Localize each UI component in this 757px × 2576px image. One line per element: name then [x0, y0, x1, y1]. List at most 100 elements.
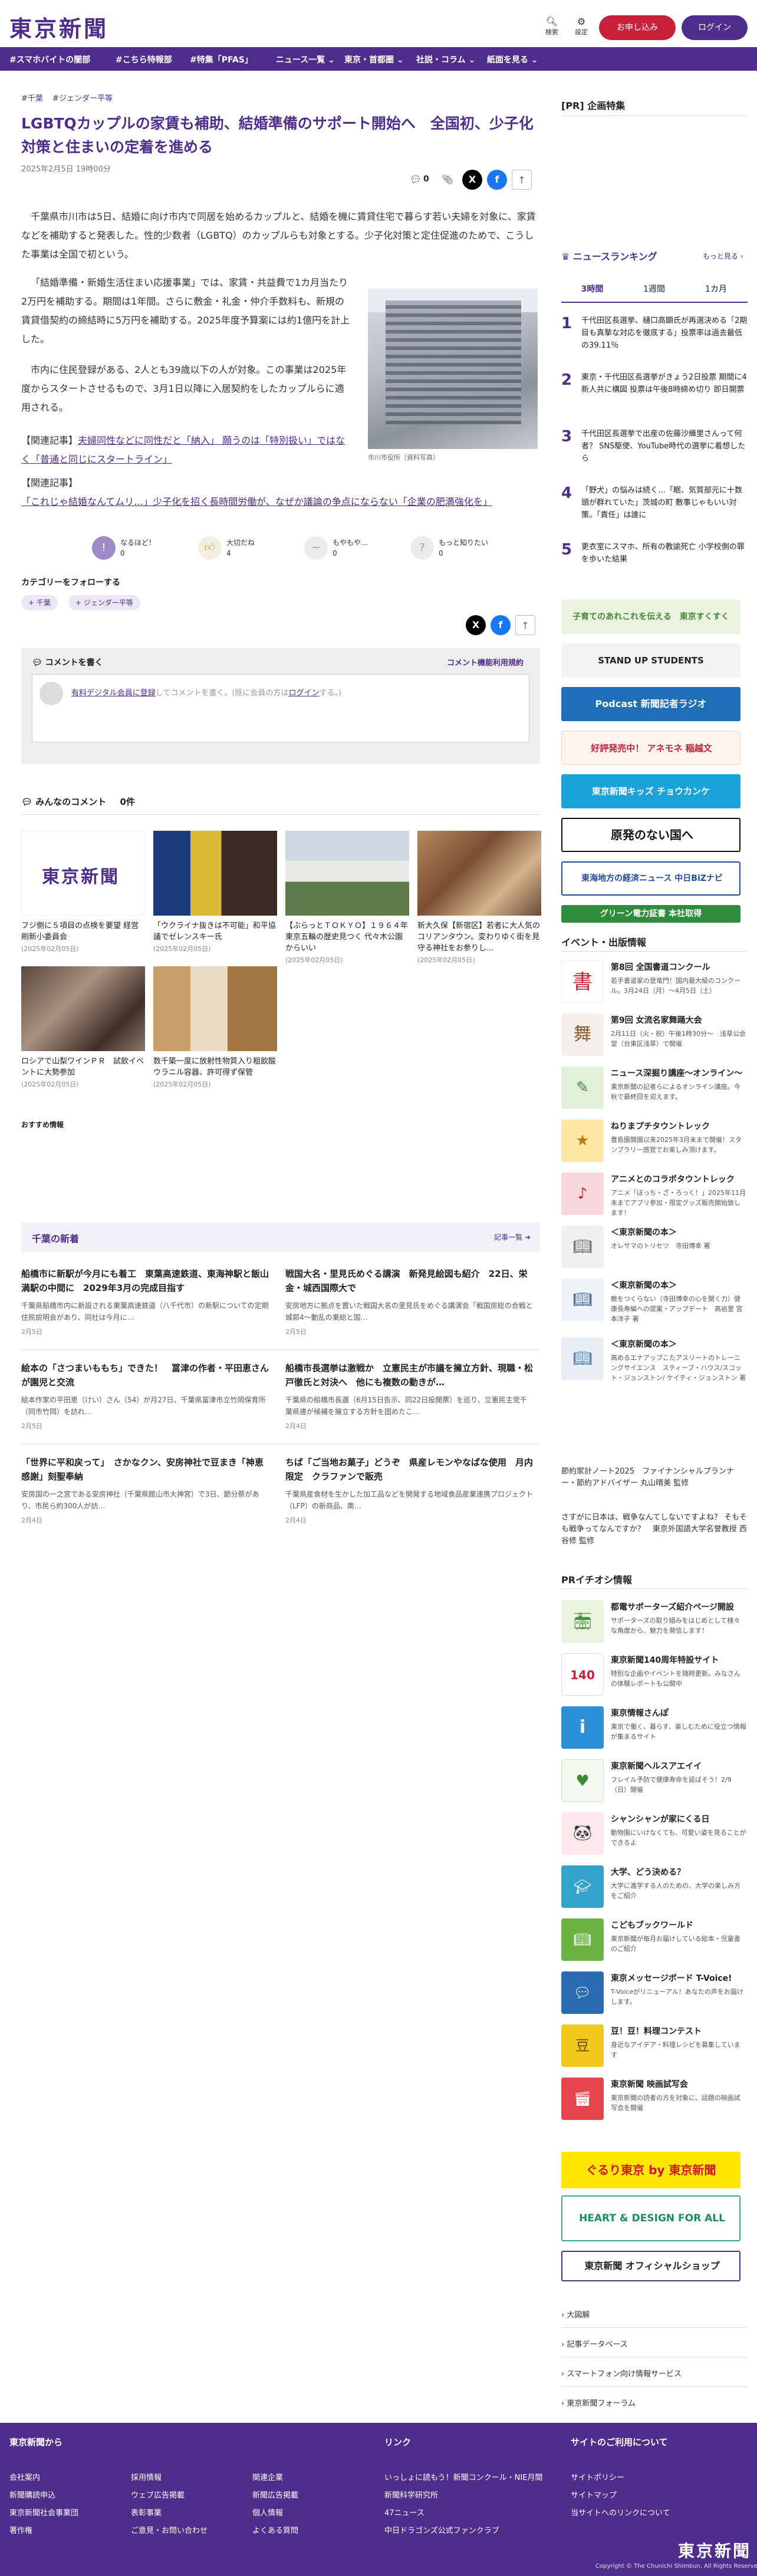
recommended-card[interactable]: 新大久保【新宿区】若者に大人気のコリアンタウン。変わりゆく街を見守る神社をお参り…: [417, 831, 541, 965]
share-button[interactable]: ↑: [512, 170, 532, 190]
calligraphy-icon: 書: [561, 960, 604, 1003]
ranking-more-link[interactable]: もっと見る ›: [703, 251, 743, 261]
follow-tag[interactable]: + ジェンダー平等: [68, 595, 140, 610]
banner-green-power[interactable]: グリーン電力証書 本社取得: [561, 905, 740, 923]
latest-item[interactable]: ちば「ご当地お菓子」どうぞ 県産レモンやなばな使用 月内限定 クラファンで販売 …: [285, 1455, 533, 1525]
settings-button[interactable]: ⚙ 設定: [570, 16, 593, 37]
login-button[interactable]: ログイン: [682, 15, 748, 40]
nav-item[interactable]: #スマホバイトの闇部: [9, 54, 90, 65]
sidebar-link[interactable]: › 東京新聞フォーラム: [561, 2398, 748, 2410]
comment-rules-link[interactable]: コメント機能利用規約: [447, 656, 524, 668]
latest-item[interactable]: 絵本の「さつまいももち」できた！ 冨津の作者・平田恵さんが園児と交流 絵本作家の…: [21, 1361, 269, 1431]
message-board-icon: 💬︎: [561, 1971, 604, 2014]
subscribe-button[interactable]: お申し込み: [599, 15, 676, 40]
nav-item[interactable]: #こちら特報部: [116, 54, 172, 65]
banner-genpatsu[interactable]: 原発のない国へ: [561, 818, 740, 852]
follow-tag[interactable]: + 千葉: [21, 595, 58, 610]
breadcrumb-item[interactable]: #ジェンダー平等: [52, 94, 113, 103]
sidebar-link[interactable]: › 大図解: [561, 2310, 748, 2321]
divider: [21, 1349, 540, 1350]
latest-item[interactable]: 戦国大名・里見氏めぐる講演 新発見絵図も紹介 22日、栄金・城西国際大で 安房地…: [285, 1267, 533, 1336]
footer-link[interactable]: 採用情報: [131, 2471, 162, 2482]
footer-link[interactable]: ウェブ広告掲載: [131, 2489, 185, 2500]
banner-stand-up-students[interactable]: STAND UP STUDENTS: [561, 643, 740, 678]
footer-logo[interactable]: 東京新聞: [678, 2538, 751, 2562]
footer-link[interactable]: 表彰事業: [131, 2506, 162, 2518]
banner-chokan[interactable]: 東京新聞キッズ チョウカンケ: [561, 774, 740, 808]
share-x-button[interactable]: X: [462, 170, 482, 190]
recommended-card[interactable]: 東京新聞 フジ側に５項目の点検を要望 経営刷新小委員会 (2025年02月05日…: [21, 831, 145, 953]
footer-link[interactable]: サイトマップ: [571, 2489, 617, 2500]
recommended-card[interactable]: 数千築一度に放射性物質入り粗飲酸ウラニル容器、許可得ず保管 (2025年02月0…: [153, 966, 277, 1089]
related-article-link[interactable]: 「これじゃ結婚なんてムリ…」少子化を招く長時間労働が、なぜか議論の争点にならない…: [21, 496, 492, 507]
pr-event-title: PRイチオシ情報: [561, 1574, 633, 1586]
article-photo[interactable]: [368, 289, 538, 449]
tab-1m[interactable]: 1カ月: [685, 283, 747, 295]
site-logo[interactable]: 東京新聞: [9, 11, 108, 43]
exclamation-icon: !: [92, 536, 116, 560]
ranking-title: ♛ ニュースランキング: [561, 251, 657, 262]
clip-button[interactable]: 📎︎: [437, 170, 458, 190]
footer-link[interactable]: 新聞広告掲載: [252, 2489, 298, 2500]
comment-input[interactable]: 有料デジタル会員に登録してコメントを書く。(既に会員の方はログインする。): [32, 674, 529, 742]
nav-item[interactable]: #特集「PFAS」: [190, 54, 253, 65]
footer-link[interactable]: 東京新聞社会事業団: [9, 2506, 78, 2518]
latest-item[interactable]: 船橋市に新駅が今月にも着工 東葉高速鉄道、東海神駅と飯山満駅の中間に 2029年…: [21, 1267, 269, 1336]
footer-link[interactable]: 関連企業: [252, 2471, 283, 2482]
footer-link[interactable]: いっしょに読もう！新聞コンクール・NIE月間: [384, 2471, 542, 2482]
banner-anemone[interactable]: 好評発売中！ アネモネ 稲越文: [561, 731, 740, 765]
card-image: [285, 831, 409, 916]
share-facebook-button[interactable]: f: [491, 615, 511, 635]
search-button[interactable]: 🔍︎ 検索: [540, 16, 564, 37]
nav-item[interactable]: 紙面を見る ⌄: [487, 54, 538, 65]
follow-title: カテゴリーをフォローする: [21, 578, 120, 587]
book-link[interactable]: さすがに日本は、戦争なんてしないですよね？ そもそも戦争ってなんですか？ 東京外…: [561, 1512, 748, 1547]
banner-podcast[interactable]: Podcast 新聞記者ラジオ: [561, 687, 740, 721]
footer-link[interactable]: 会社案内: [9, 2471, 40, 2482]
recommended-card[interactable]: 【ぶらっとＴＯＫＹＯ】１９６４年東京五輪の歴史見つく 代々木公園からいい (20…: [285, 831, 409, 965]
book-link[interactable]: 節約家計ノート2025 ファイナンシャルプランナー・節約アドバイザー 丸山晴美 …: [561, 1466, 748, 1490]
tab-1w[interactable]: 1週間: [623, 283, 685, 295]
reaction-button[interactable]: 👍︎ 大切だね 4: [198, 533, 287, 568]
sidebar-link[interactable]: › スマートフォン向け情報サービス: [561, 2369, 748, 2380]
nav-item[interactable]: 東京・首都圏 ⌄: [344, 54, 404, 65]
latest-item[interactable]: 「世界に平和戻って」 さかなクン、安房神社で豆まき「神恵感謝」刻聖奉納 安房国の…: [21, 1455, 269, 1525]
footer-link[interactable]: 47ニュース: [384, 2506, 424, 2518]
register-link[interactable]: 有料デジタル会員に登録: [71, 689, 156, 698]
article-date: 2025年2月5日 19時00分: [21, 165, 111, 174]
latest-title: 千葉の新着: [32, 1233, 80, 1244]
nav-item[interactable]: 社説・コラム ⌄: [416, 54, 475, 65]
banner-gururi-tokyo[interactable]: ぐるり東京 by 東京新聞: [561, 2152, 740, 2188]
footer-link[interactable]: 著作権: [9, 2524, 32, 2535]
footer-link[interactable]: 中日ドラゴンズ公式ファンクラブ: [384, 2524, 499, 2535]
comment-count-button[interactable]: 💬︎: [406, 170, 426, 190]
footer-link[interactable]: サイトポリシー: [571, 2471, 624, 2482]
footer-link[interactable]: 新聞科学研究所: [384, 2489, 438, 2500]
sidebar-link[interactable]: › 記事データベース: [561, 2339, 748, 2351]
share-button[interactable]: ↑: [515, 615, 535, 635]
recommended-card[interactable]: ロシアで山梨ワインＰＲ 試飲イベントに大勢参加 (2025年02月05日): [21, 966, 145, 1089]
banner-chunichi-biz[interactable]: 東海地方の経済ニュース 中日BiZナビ: [561, 861, 740, 896]
recommended-card[interactable]: 「ウクライナ抜きは不可能」和平協議でゼレンスキー氏 (2025年02月05日): [153, 831, 277, 953]
reaction-button[interactable]: ~ もやもや… 0: [304, 533, 393, 568]
footer-link[interactable]: ご意見・お問い合わせ: [131, 2524, 208, 2535]
banner-sukusuku[interactable]: 子育てのあれこれを伝える 東京すくすく: [561, 600, 740, 634]
banner-official-shop[interactable]: 東京新聞 オフィシャルショップ: [561, 2251, 740, 2281]
footer-link[interactable]: 新聞購読申込: [9, 2489, 55, 2500]
footer-link[interactable]: 個人情報: [252, 2506, 283, 2518]
reaction-button[interactable]: ! なるほど！ 0: [92, 533, 180, 568]
tab-3h[interactable]: 3時間: [561, 283, 623, 295]
reaction-button[interactable]: ? もっと知りたい 0: [410, 533, 499, 568]
login-link[interactable]: ログイン: [288, 689, 319, 698]
footer-link[interactable]: よくある質問: [252, 2524, 298, 2535]
nav-item[interactable]: ニュース一覧 ⌄: [276, 54, 335, 65]
share-facebook-button[interactable]: f: [487, 170, 507, 190]
latest-item[interactable]: 船橋市長選挙は激戦か 立憲民主が市議を擁立方針、現職・松戸徹氏と対決へ 他にも複…: [285, 1361, 533, 1431]
latest-more-link[interactable]: 記事一覧 ➔: [494, 1232, 531, 1242]
book-icon: 📖︎: [561, 1918, 604, 1961]
banner-heart-design[interactable]: HEART & DESIGN FOR ALL: [561, 2195, 740, 2241]
footer-link[interactable]: 当サイトへのリンクについて: [571, 2506, 670, 2518]
share-x-button[interactable]: X: [466, 615, 486, 635]
footer-title: サイトのご利用について: [571, 2437, 668, 2448]
breadcrumb-item[interactable]: #千葉: [21, 94, 43, 103]
